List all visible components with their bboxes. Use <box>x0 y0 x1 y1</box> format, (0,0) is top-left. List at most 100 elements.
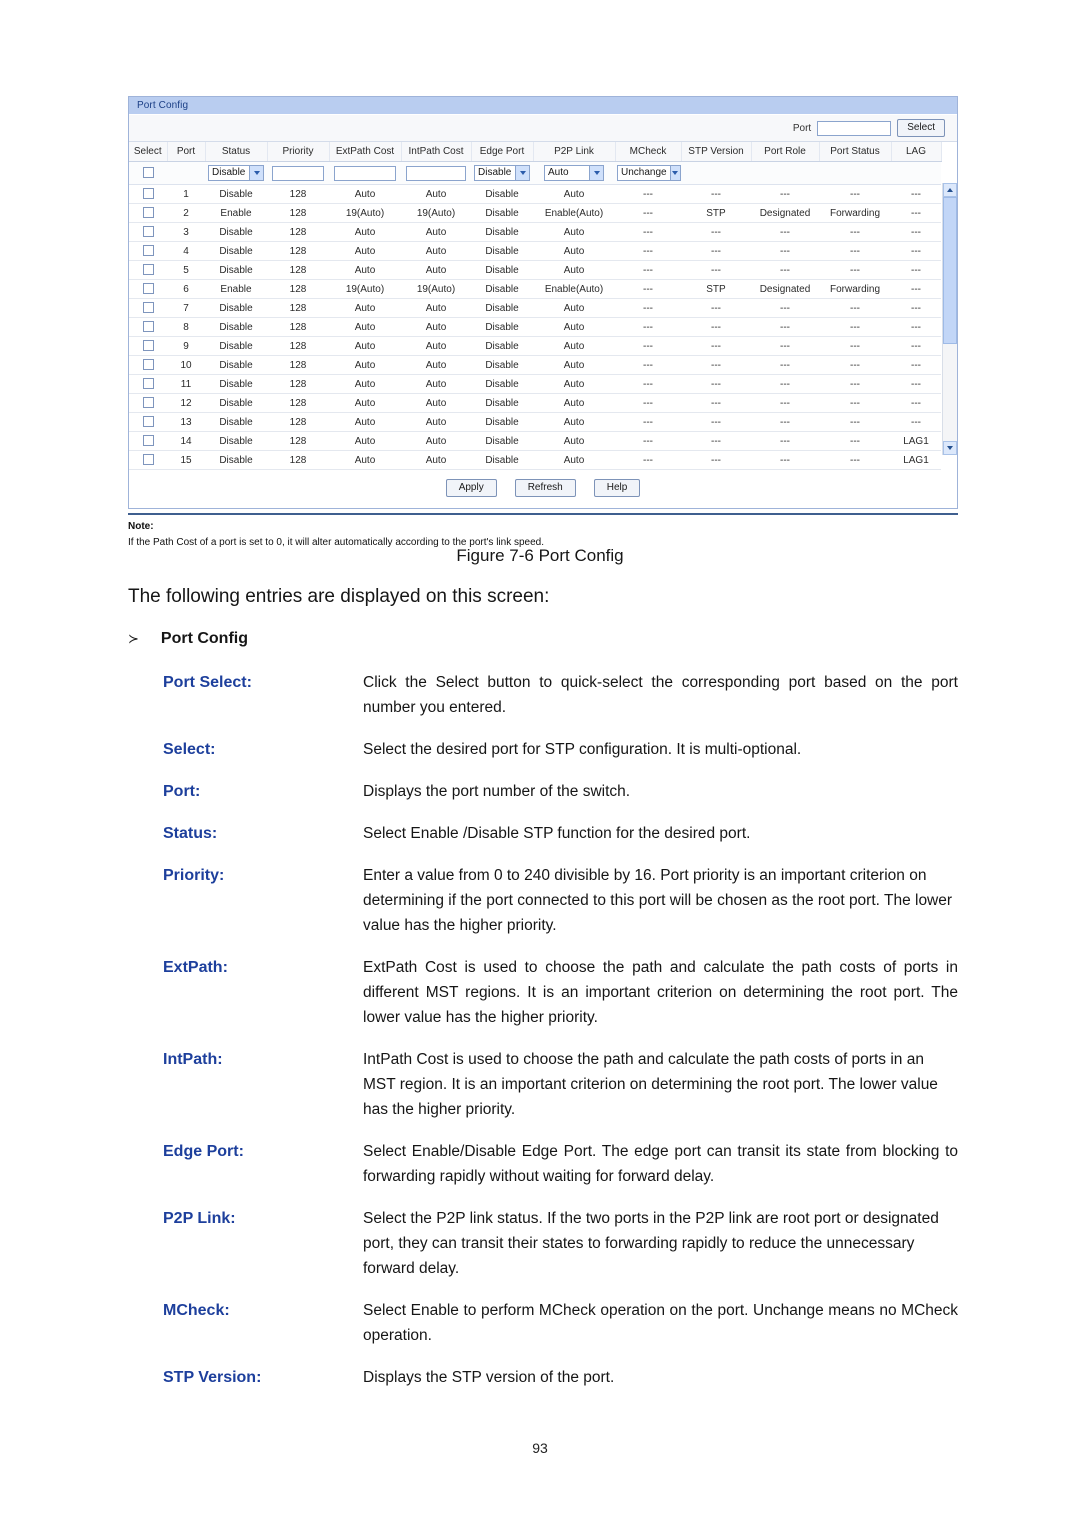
select-all-checkbox[interactable] <box>142 167 154 179</box>
cell-priority: 128 <box>267 393 329 413</box>
cell-extpath-cost: Auto <box>329 241 401 261</box>
figure-caption: Figure 7-6 Port Config <box>456 546 624 565</box>
cell-mcheck: --- <box>615 336 681 356</box>
cell-priority: 128 <box>267 184 329 204</box>
cell-port-role: --- <box>751 222 819 242</box>
cell-status: Disable <box>205 393 267 413</box>
cell-lag: LAG1 <box>891 450 941 470</box>
cell-edge-port: Disable <box>471 298 533 318</box>
column-header-stp-version: STP Version <box>681 142 752 162</box>
note-title: Note: <box>128 521 154 532</box>
cell-stp-version: --- <box>681 374 751 394</box>
scrollbar-thumb[interactable] <box>943 197 957 344</box>
extpath-cost-input[interactable] <box>334 165 396 181</box>
table-row[interactable]: 1 Disable 128 Auto Auto Disable Auto --- --- --- -… <box>129 184 941 204</box>
apply-button[interactable]: Apply <box>445 479 497 497</box>
row-checkbox[interactable] <box>142 226 154 238</box>
row-checkbox[interactable] <box>142 302 154 314</box>
row-checkbox[interactable] <box>142 397 154 409</box>
mcheck-select[interactable]: Unchange <box>617 165 681 181</box>
cell-port-role: --- <box>751 355 819 375</box>
column-header-port-status: Port Status <box>819 142 892 162</box>
cell-port-role: --- <box>751 374 819 394</box>
definition-term: Priority: <box>163 867 225 884</box>
cell-port: 8 <box>167 317 205 337</box>
table-row[interactable]: 3 Disable 128 Auto Auto Disable Auto --- --- --- -… <box>129 222 941 242</box>
bulk-edit-row: Disable Disable Auto Unchange <box>129 161 941 185</box>
row-checkbox[interactable] <box>142 264 154 276</box>
table-row[interactable]: 9 Disable 128 Auto Auto Disable Auto --- --- --- -… <box>129 336 941 356</box>
cell-edge-port: Disable <box>471 222 533 242</box>
cell-status: Enable <box>205 203 267 223</box>
row-select-cell <box>129 450 167 470</box>
definition-item: ExtPath: ExtPath Cost is used to choose … <box>163 955 958 1030</box>
cell-extpath-cost: Auto <box>329 336 401 356</box>
row-checkbox[interactable] <box>142 416 154 428</box>
table-row[interactable]: 6 Enable 128 19(Auto) 19(Auto) Disable Enable(… <box>129 279 941 299</box>
cell-mcheck: --- <box>615 241 681 261</box>
refresh-button[interactable]: Refresh <box>514 479 576 497</box>
table-row[interactable]: 7 Disable 128 Auto Auto Disable Auto --- --- --- -… <box>129 298 941 318</box>
help-button[interactable]: Help <box>593 479 641 497</box>
cell-intpath-cost: Auto <box>401 336 471 356</box>
row-checkbox[interactable] <box>142 340 154 352</box>
port-select-input[interactable] <box>817 120 892 136</box>
row-checkbox[interactable] <box>142 378 154 390</box>
bulk-extpath-cell <box>329 161 401 185</box>
page-number: 93 <box>532 1440 548 1456</box>
intpath-cost-input[interactable] <box>406 165 466 181</box>
cell-port-status: --- <box>819 336 891 356</box>
cell-priority: 128 <box>267 241 329 261</box>
cell-stp-version: --- <box>681 184 751 204</box>
cell-port: 7 <box>167 298 205 318</box>
column-header-port: Port <box>167 142 206 162</box>
table-row[interactable]: 5 Disable 128 Auto Auto Disable Auto --- --- --- -… <box>129 260 941 280</box>
port-select-button[interactable]: Select <box>897 119 945 137</box>
panel-title: Port Config <box>129 97 957 115</box>
cell-intpath-cost: Auto <box>401 355 471 375</box>
row-checkbox[interactable] <box>142 245 154 257</box>
table-row[interactable]: 14 Disable 128 Auto Auto Disable Auto --- --- ---… <box>129 431 941 451</box>
cell-status: Disable <box>205 298 267 318</box>
cell-port-role: --- <box>751 431 819 451</box>
cell-port-role: --- <box>751 184 819 204</box>
row-checkbox[interactable] <box>142 435 154 447</box>
table-row[interactable]: 12 Disable 128 Auto Auto Disable Auto --- --- ---… <box>129 393 941 413</box>
table-row[interactable]: 10 Disable 128 Auto Auto Disable Auto --- --- ---… <box>129 355 941 375</box>
scroll-down-arrow-icon[interactable] <box>943 441 957 455</box>
cell-mcheck: --- <box>615 412 681 432</box>
scrollbar-track[interactable] <box>943 344 957 441</box>
definition-description: Displays the STP version of the port. <box>363 1369 615 1386</box>
definition-description: Click the Select button to quick-select … <box>363 674 958 716</box>
cell-intpath-cost: Auto <box>401 431 471 451</box>
cell-edge-port: Disable <box>471 336 533 356</box>
table-row[interactable]: 4 Disable 128 Auto Auto Disable Auto --- --- --- -… <box>129 241 941 261</box>
table-row[interactable]: 11 Disable 128 Auto Auto Disable Auto --- --- ---… <box>129 374 941 394</box>
p2p-link-select[interactable]: Auto <box>544 165 604 181</box>
row-select-cell <box>129 241 167 261</box>
table-row[interactable]: 8 Disable 128 Auto Auto Disable Auto --- --- --- -… <box>129 317 941 337</box>
status-select[interactable]: Disable <box>208 165 264 181</box>
row-checkbox[interactable] <box>142 207 154 219</box>
cell-port-role: --- <box>751 260 819 280</box>
row-checkbox[interactable] <box>142 454 154 466</box>
definition-item: Port Select: Click the Select button to … <box>163 670 958 720</box>
cell-port: 1 <box>167 184 205 204</box>
cell-lag: --- <box>891 298 941 318</box>
row-checkbox[interactable] <box>142 283 154 295</box>
row-checkbox[interactable] <box>142 188 154 200</box>
cell-lag: --- <box>891 412 941 432</box>
cell-port-status: --- <box>819 431 891 451</box>
cell-p2p-link: Auto <box>533 184 615 204</box>
row-checkbox[interactable] <box>142 359 154 371</box>
priority-input[interactable] <box>271 165 325 181</box>
table-row[interactable]: 13 Disable 128 Auto Auto Disable Auto --- --- ---… <box>129 412 941 432</box>
edge-port-select[interactable]: Disable <box>474 165 530 181</box>
cell-port-role: --- <box>751 450 819 470</box>
table-vertical-scrollbar[interactable] <box>942 183 957 455</box>
table-row[interactable]: 2 Enable 128 19(Auto) 19(Auto) Disable Enable(… <box>129 203 941 223</box>
table-row[interactable]: 15 Disable 128 Auto Auto Disable Auto --- --- ---… <box>129 450 941 470</box>
row-checkbox[interactable] <box>142 321 154 333</box>
cell-port-status: --- <box>819 298 891 318</box>
scroll-up-arrow-icon[interactable] <box>943 183 957 197</box>
